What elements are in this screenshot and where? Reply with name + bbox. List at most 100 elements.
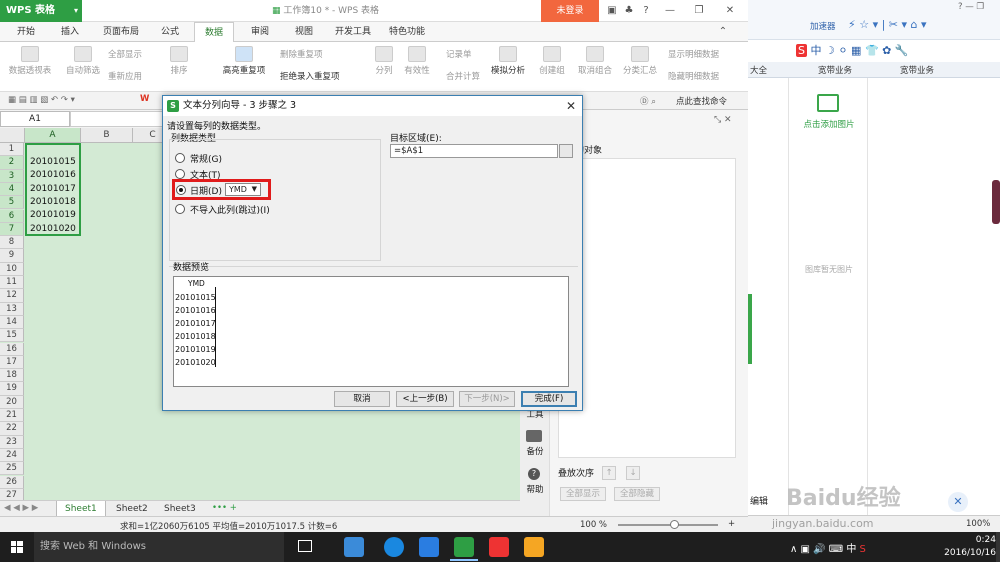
row-header[interactable]: 25 <box>0 462 24 476</box>
ime-toolbar[interactable]: S 中 ☽ ⚪ ▦ 👕 ✿ 🔧 <box>796 42 936 58</box>
collapse-ribbon-icon[interactable]: ⌃ <box>715 24 731 40</box>
tab-data[interactable]: 数据 <box>194 22 234 42</box>
row-header[interactable]: 23 <box>0 435 24 449</box>
side-widget[interactable] <box>992 180 1000 224</box>
row-header[interactable]: 27 <box>0 488 24 500</box>
option-skip[interactable]: 不导入此列(跳过)(I) <box>190 203 270 216</box>
pane-pin-close-icons[interactable]: ⤡ ✕ <box>714 115 732 125</box>
zoom-in-icon[interactable]: + <box>728 519 735 529</box>
sheet-tab-3[interactable]: Sheet3 <box>156 501 204 517</box>
row-header[interactable]: 5 <box>0 196 24 210</box>
login-button[interactable]: 未登录 <box>541 0 599 22</box>
dialog-close-icon[interactable]: ✕ <box>561 96 581 116</box>
quick-tools-icons[interactable]: ▦ ▤ ▥ ▧ ↶ ↷ ▾ <box>8 95 75 105</box>
show-desktop-button[interactable] <box>996 532 1000 562</box>
reapply-button[interactable]: 重新应用 <box>108 70 142 82</box>
tab-view[interactable]: 视图 <box>284 22 324 42</box>
add-image-label[interactable]: 点击添加图片 <box>793 118 865 130</box>
row-header[interactable]: 6 <box>0 209 24 223</box>
delete-duplicates-button[interactable]: 删除重复项 <box>280 48 323 60</box>
data-preview[interactable]: YMD <box>173 276 569 387</box>
row-header[interactable]: 13 <box>0 302 24 316</box>
next-step-button[interactable]: 下一步(N)> <box>459 391 515 407</box>
subtotal-button[interactable]: 分类汇总 <box>618 44 662 76</box>
move-up-icon[interactable]: ↑ <box>602 466 616 480</box>
tab-formula[interactable]: 公式 <box>150 22 190 42</box>
backup-label[interactable]: 备份 <box>522 445 548 457</box>
shirt-icon[interactable]: ♣ <box>621 3 637 19</box>
create-group-button[interactable]: 创建组 <box>534 44 570 76</box>
app-menu-button[interactable]: WPS 表格 ▾ <box>0 0 82 22</box>
collapse-handle[interactable] <box>748 294 752 364</box>
finish-button[interactable]: 完成(F) <box>521 391 577 407</box>
add-image-icon[interactable] <box>817 94 839 112</box>
store-icon[interactable] <box>524 537 544 557</box>
validity-button[interactable]: 有效性 <box>400 44 434 76</box>
find-command[interactable]: 点此查找命令 <box>676 95 727 107</box>
range-picker-icon[interactable] <box>559 144 573 158</box>
move-down-icon[interactable]: ↓ <box>626 466 640 480</box>
browser-tab-1[interactable]: 大全 <box>750 64 767 76</box>
row-header[interactable]: 3 <box>0 169 24 183</box>
split-column-button[interactable]: 分列 <box>370 44 398 76</box>
hide-detail-button[interactable]: 隐藏明细数据 <box>668 70 719 82</box>
highlight-duplicates-button[interactable]: 高亮重复项 <box>216 44 272 76</box>
accelerator-button[interactable]: 加速器 <box>810 20 836 32</box>
record-form-button[interactable]: 记录单 <box>446 48 472 60</box>
row-header[interactable]: 20 <box>0 395 24 409</box>
show-all-button[interactable]: 全部显示 <box>108 48 142 60</box>
browser-tab-2[interactable]: 宽带业务 <box>818 64 852 76</box>
merge-calc-button[interactable]: 合并计算 <box>446 70 480 82</box>
tab-page-layout[interactable]: 页面布局 <box>96 22 146 42</box>
option-general[interactable]: 常规(G) <box>190 152 222 165</box>
browser-window-controls[interactable]: ? — ❐ <box>958 2 984 12</box>
ime-indicator[interactable]: 中 <box>846 544 856 555</box>
skin-icon[interactable]: ▣ <box>604 3 620 19</box>
clock[interactable]: 0:24 2016/10/16 <box>944 534 1000 560</box>
column-header-b[interactable]: B <box>81 128 133 143</box>
radio-general[interactable] <box>175 153 185 163</box>
sogou-browser-icon[interactable] <box>384 537 404 557</box>
help-icon[interactable]: ? <box>528 468 540 480</box>
simulate-analysis-button[interactable]: 模拟分析 <box>488 44 528 76</box>
edit-label[interactable]: 编辑 <box>750 494 768 507</box>
row-header[interactable]: 9 <box>0 249 24 263</box>
row-header[interactable]: 18 <box>0 369 24 383</box>
hide-all-objects-button[interactable]: 全部隐藏 <box>614 487 660 501</box>
row-header[interactable]: 19 <box>0 382 24 396</box>
zoom-thumb[interactable] <box>670 520 679 529</box>
row-header[interactable]: 26 <box>0 475 24 489</box>
prev-step-button[interactable]: <上一步(B) <box>396 391 454 407</box>
pivot-table-button[interactable]: 数据透视表 <box>4 44 56 76</box>
row-header[interactable]: 22 <box>0 422 24 436</box>
row-header[interactable]: 15 <box>0 329 24 343</box>
zoom-slider[interactable] <box>618 520 718 529</box>
row-header[interactable]: 21 <box>0 409 24 423</box>
tab-review[interactable]: 审阅 <box>240 22 280 42</box>
row-header[interactable]: 2 <box>0 156 24 170</box>
row-header[interactable]: 4 <box>0 182 24 197</box>
date-format-select[interactable]: YMD ▼ <box>225 183 261 196</box>
tab-developer[interactable]: 开发工具 <box>328 22 378 42</box>
sheet-nav-icons[interactable]: ◀ ◀ ▶ ▶ <box>4 503 38 513</box>
radio-skip[interactable] <box>175 204 185 214</box>
radio-date[interactable] <box>176 185 186 195</box>
dest-input[interactable]: =$A$1 <box>390 144 558 158</box>
task-view-icon[interactable] <box>298 540 312 552</box>
hotnews-icon[interactable] <box>489 537 509 557</box>
windows-start-icon[interactable] <box>0 532 34 562</box>
sheet-tab-1[interactable]: Sheet1 <box>56 501 106 517</box>
restore-icon[interactable]: ❐ <box>691 3 707 19</box>
ungroup-button[interactable]: 取消组合 <box>574 44 616 76</box>
row-header[interactable]: 11 <box>0 276 24 290</box>
browser-tab-3[interactable]: 宽带业务 <box>900 64 934 76</box>
radio-text[interactable] <box>175 169 185 179</box>
tab-features[interactable]: 特色功能 <box>382 22 432 42</box>
close-icon[interactable]: ✕ <box>722 3 738 19</box>
browser-zoom[interactable]: 100% <box>966 519 990 529</box>
sort-button[interactable]: 排序 <box>162 44 196 76</box>
name-box[interactable]: A1 <box>0 111 70 127</box>
reject-duplicates-button[interactable]: 拒绝录入重复项 <box>280 70 340 82</box>
cancel-button[interactable]: 取消 <box>334 391 390 407</box>
autofilter-button[interactable]: 自动筛选 <box>62 44 104 76</box>
